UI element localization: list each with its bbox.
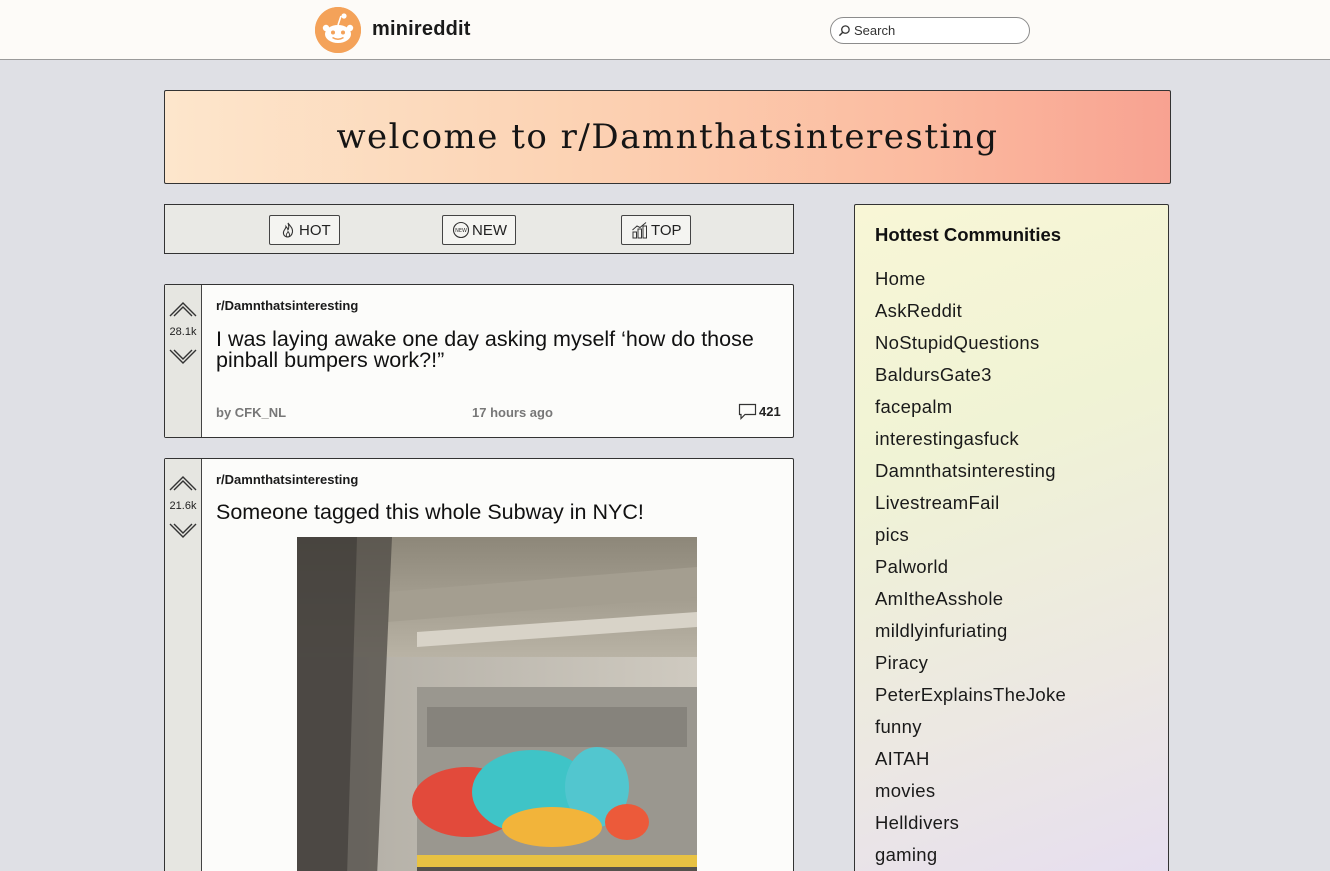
hottest-communities-panel: Hottest Communities Home AskReddit NoStu… <box>854 204 1169 871</box>
community-link[interactable]: LivestreamFail <box>875 492 1066 524</box>
post-video[interactable] <box>297 537 697 871</box>
community-link[interactable]: NoStupidQuestions <box>875 332 1066 364</box>
community-link[interactable]: AskReddit <box>875 300 1066 332</box>
community-link[interactable]: Piracy <box>875 652 1066 684</box>
community-link[interactable]: AmItheAsshole <box>875 588 1066 620</box>
community-link[interactable]: movies <box>875 780 1066 812</box>
upvote-icon[interactable] <box>168 300 198 318</box>
community-link[interactable]: interestingasfuck <box>875 428 1066 460</box>
community-link[interactable]: facepalm <box>875 396 1066 428</box>
vote-count: 21.6k <box>169 500 197 512</box>
community-link[interactable]: Damnthatsinteresting <box>875 460 1066 492</box>
brand-name[interactable]: minireddit <box>372 18 471 41</box>
flame-icon <box>282 222 294 238</box>
bar-chart-icon <box>632 222 647 239</box>
community-link[interactable]: funny <box>875 716 1066 748</box>
community-link[interactable]: Palworld <box>875 556 1066 588</box>
post-author[interactable]: by CFK_NL <box>216 405 286 420</box>
community-link[interactable]: mildlyinfuriating <box>875 620 1066 652</box>
comments-button[interactable]: 421 <box>738 403 781 420</box>
sort-top-button[interactable]: TOP <box>621 215 691 245</box>
downvote-icon[interactable] <box>168 522 198 540</box>
community-link[interactable]: gaming <box>875 844 1066 871</box>
community-link-home[interactable]: Home <box>875 268 1066 300</box>
sort-new-label: NEW <box>472 221 507 239</box>
sort-hot-label: HOT <box>299 221 331 239</box>
search-box[interactable] <box>830 17 1030 44</box>
sort-bar: HOT NEW NEW TOP <box>164 204 794 254</box>
downvote-icon[interactable] <box>168 348 198 366</box>
community-link[interactable]: Helldivers <box>875 812 1066 844</box>
vote-column: 21.6k <box>165 459 202 871</box>
community-list: Home AskReddit NoStupidQuestions Baldurs… <box>875 268 1066 871</box>
post-title[interactable]: Someone tagged this whole Subway in NYC! <box>216 501 776 523</box>
top-bar: minireddit <box>0 0 1330 60</box>
comment-icon <box>738 403 757 420</box>
banner-title: welcome to r/Damnthatsinteresting <box>336 117 999 157</box>
sidebar-title: Hottest Communities <box>875 224 1062 245</box>
sort-hot-button[interactable]: HOT <box>269 215 340 245</box>
vote-column: 28.1k <box>165 285 202 437</box>
community-link[interactable]: BaldursGate3 <box>875 364 1066 396</box>
post-card[interactable]: 21.6k r/Damnthatsinteresting Someone tag… <box>164 458 794 871</box>
post-card[interactable]: 28.1k r/Damnthatsinteresting I was layin… <box>164 284 794 438</box>
search-icon <box>838 24 851 37</box>
upvote-icon[interactable] <box>168 474 198 492</box>
sort-top-label: TOP <box>651 221 682 239</box>
comment-count: 421 <box>759 404 781 419</box>
post-subreddit[interactable]: r/Damnthatsinteresting <box>216 298 358 313</box>
community-link[interactable]: AITAH <box>875 748 1066 780</box>
new-badge-icon: NEW <box>452 221 470 239</box>
post-title[interactable]: I was laying awake one day asking myself… <box>216 328 776 371</box>
subreddit-banner: welcome to r/Damnthatsinteresting <box>164 90 1171 184</box>
reddit-logo-icon[interactable] <box>315 7 361 53</box>
community-link[interactable]: PeterExplainsTheJoke <box>875 684 1066 716</box>
search-input[interactable] <box>854 23 1014 38</box>
sort-new-button[interactable]: NEW NEW <box>442 215 516 245</box>
post-subreddit[interactable]: r/Damnthatsinteresting <box>216 472 358 487</box>
post-time: 17 hours ago <box>472 405 553 420</box>
community-link[interactable]: pics <box>875 524 1066 556</box>
subway-graffiti-image <box>297 537 697 871</box>
svg-text:NEW: NEW <box>455 228 467 234</box>
vote-count: 28.1k <box>169 326 197 338</box>
